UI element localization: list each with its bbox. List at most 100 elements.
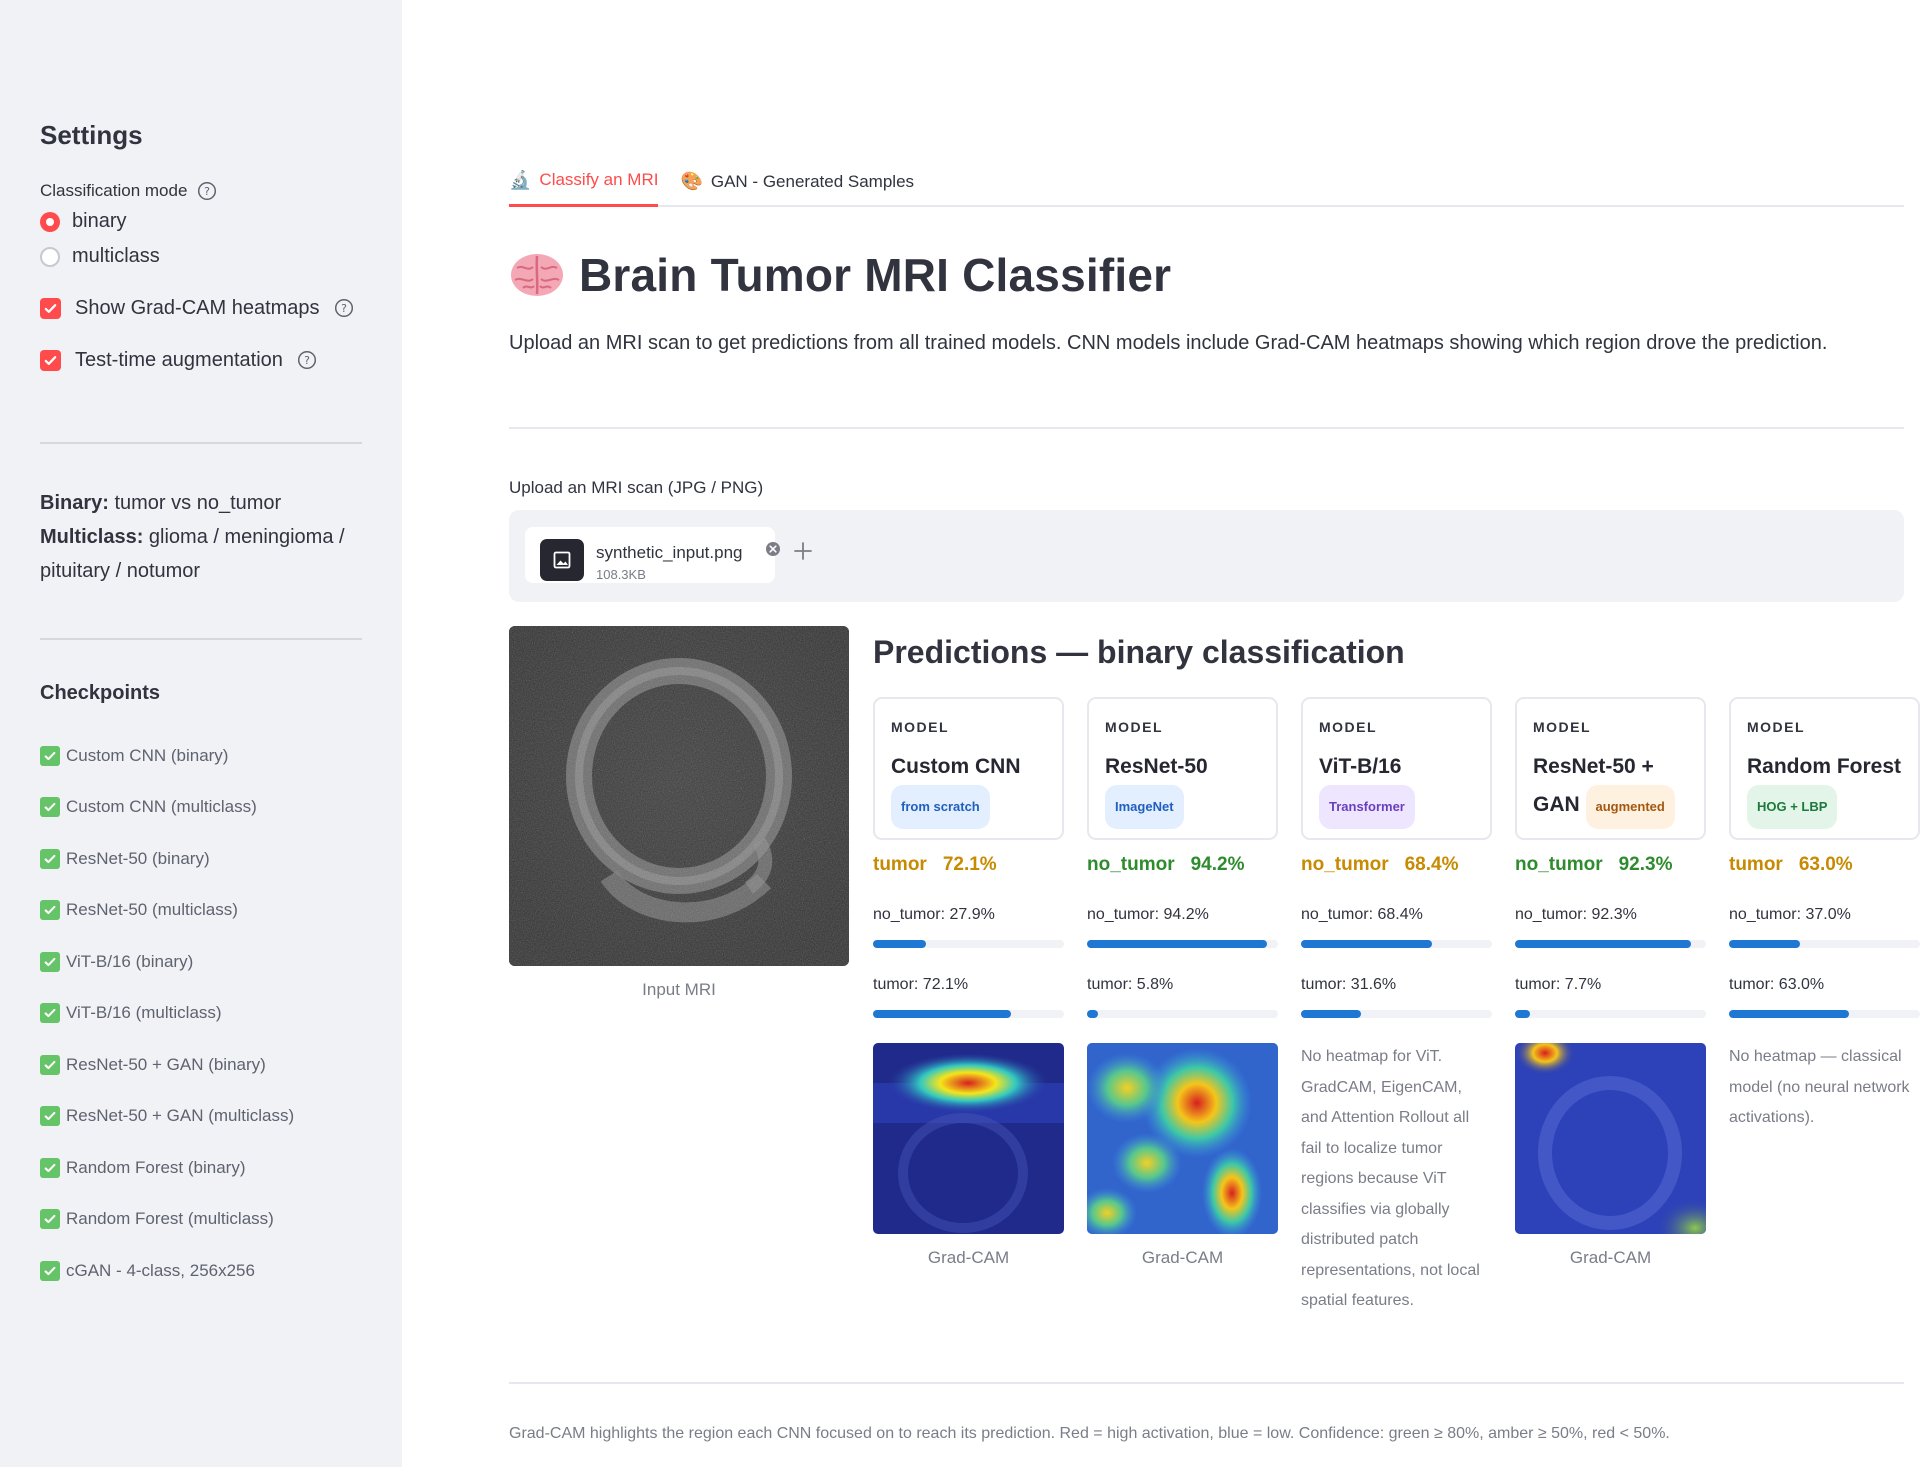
tumor-bar-fill: [1729, 1010, 1850, 1018]
input-mri-caption: Input MRI: [642, 980, 716, 999]
check-mark-icon: [40, 1209, 60, 1230]
checkpoint-label: ResNet-50 + GAN (binary): [66, 1054, 266, 1074]
remove-file-icon[interactable]: [765, 541, 781, 557]
radio-unselected-icon[interactable]: [40, 246, 60, 267]
prediction-verdict: tumor 63.0%: [1729, 854, 1920, 884]
check-mark-icon: [40, 745, 60, 766]
no-tumor-bar-fill: [873, 940, 927, 948]
binary-desc-value: tumor vs no_tumor: [108, 492, 282, 514]
model-column: MODEL ResNet-50 + GAN augmented no_tumor 92…: [1515, 697, 1706, 1268]
tab-classify[interactable]: 🔬 Classify an MRI: [509, 160, 659, 207]
heatmap-caption: Grad-CAM: [1141, 1248, 1224, 1267]
radio-binary[interactable]: binary: [40, 204, 362, 239]
no-tumor-bar-fill: [1087, 940, 1267, 948]
no-tumor-probability-bar: [873, 940, 1064, 948]
radio-selected-icon[interactable]: [40, 211, 60, 232]
sidebar-divider: [40, 442, 362, 444]
check-mark-icon: [40, 1157, 60, 1178]
model-name: ResNet-50 ImageNet: [1105, 749, 1262, 829]
tta-checkbox[interactable]: Test-time augmentation ?: [40, 342, 362, 378]
main-content: 🔬 Classify an MRI 🎨 GAN - Generated Samp…: [509, 0, 1920, 1467]
model-card: MODEL Random Forest HOG + LBP: [1729, 697, 1920, 840]
predicted-class: tumor: [873, 854, 927, 875]
checkbox-checked-icon[interactable]: [40, 297, 61, 319]
model-tag: ImageNet: [1105, 785, 1184, 829]
checkpoint-label: Random Forest (multiclass): [66, 1209, 274, 1229]
model-name-text: ResNet-50: [1105, 755, 1208, 778]
tumor-probability-bar: [1515, 1010, 1706, 1018]
prediction-confidence: 63.0%: [1798, 854, 1853, 875]
checkpoint-label: ResNet-50 + GAN (multiclass): [66, 1106, 295, 1126]
model-label: MODEL: [1533, 719, 1592, 735]
file-uploader[interactable]: synthetic_input.png 108.3KB: [509, 510, 1904, 602]
model-card: MODEL ViT-B/16 Transformer: [1301, 697, 1492, 840]
input-mri-image: [509, 626, 849, 966]
model-label: MODEL: [1319, 719, 1378, 735]
classification-mode-label: Classification mode ?: [40, 178, 362, 204]
help-icon[interactable]: ?: [334, 298, 354, 318]
checkpoint-label: ViT-B/16 (binary): [66, 951, 194, 971]
sidebar-divider: [40, 638, 362, 640]
predicted-class: no_tumor: [1087, 854, 1175, 875]
prediction-confidence: 68.4%: [1404, 854, 1459, 875]
footnote: Grad-CAM highlights the region each CNN …: [509, 1425, 1670, 1442]
checkpoint-label: cGAN - 4-class, 256x256: [66, 1260, 255, 1280]
prediction-verdict: tumor 72.1%: [873, 854, 1064, 884]
binary-desc-key: Binary:: [40, 492, 109, 514]
no-tumor-bar-fill: [1515, 940, 1692, 948]
tumor-bar-fill: [1087, 1010, 1099, 1018]
check-mark-icon: [40, 1054, 60, 1075]
model-name-text: Random Forest: [1747, 755, 1902, 778]
no-tumor-probability-label: no_tumor: 37.0%: [1729, 906, 1851, 923]
tta-label: Test-time augmentation: [75, 348, 283, 371]
prediction-verdict: no_tumor 68.4%: [1301, 854, 1492, 884]
prediction-confidence: 72.1%: [942, 854, 997, 875]
no-tumor-probability-bar: [1729, 940, 1920, 948]
checkpoint-label: ViT-B/16 (multiclass): [66, 1003, 222, 1023]
checkpoint-item: ResNet-50 + GAN (multiclass): [40, 1091, 362, 1143]
checkbox-checked-icon[interactable]: [40, 349, 61, 371]
uploaded-file-chip: synthetic_input.png 108.3KB: [525, 527, 780, 583]
radio-multiclass[interactable]: multiclass: [40, 239, 362, 274]
no-tumor-probability-label: no_tumor: 94.2%: [1087, 906, 1209, 923]
check-mark-icon: [40, 1106, 60, 1127]
check-mark-icon: [40, 951, 60, 972]
checkpoint-item: Custom CNN (multiclass): [40, 782, 362, 834]
tumor-probability-label: tumor: 31.6%: [1301, 976, 1397, 993]
model-column: MODEL ViT-B/16 Transformer no_tumor 68.4% no…: [1301, 697, 1492, 1317]
page-description: Upload an MRI scan to get predictions fr…: [509, 332, 1828, 354]
gradcam-checkbox[interactable]: Show Grad-CAM heatmaps ?: [40, 290, 362, 326]
tumor-bar-fill: [1515, 1010, 1530, 1018]
checkpoint-item: ResNet-50 (binary): [40, 833, 362, 885]
model-name: ViT-B/16 Transformer: [1319, 749, 1476, 829]
tab-gan-samples[interactable]: 🎨 GAN - Generated Samples: [680, 160, 914, 207]
model-column: MODEL Custom CNN from scratch tumor 72.1% no…: [873, 697, 1064, 1268]
checkpoint-label: ResNet-50 (multiclass): [66, 900, 238, 920]
tab-gan-label: GAN - Generated Samples: [710, 171, 915, 191]
model-tag: from scratch: [891, 785, 990, 829]
no-tumor-probability-label: no_tumor: 92.3%: [1515, 906, 1637, 923]
radio-binary-label: binary: [72, 210, 127, 232]
checkpoint-list: Custom CNN (binary) Custom CNN (multiclas…: [40, 730, 362, 1297]
checkpoint-item: Custom CNN (binary): [40, 730, 362, 782]
checkpoint-item: Random Forest (binary): [40, 1142, 362, 1194]
palette-icon: 🎨: [680, 171, 703, 191]
heatmap-caption: Grad-CAM: [927, 1248, 1010, 1267]
predicted-class: no_tumor: [1515, 854, 1603, 875]
gradcam-heatmap: [873, 1043, 1064, 1234]
check-mark-icon: [40, 900, 60, 921]
mode-description: Binary: tumor vs no_tumor Multiclass: gl…: [40, 486, 362, 588]
help-icon[interactable]: ?: [297, 350, 317, 370]
checkpoint-item: Random Forest (multiclass): [40, 1194, 362, 1246]
checkpoint-label: Custom CNN (binary): [66, 745, 229, 765]
add-file-icon[interactable]: [792, 540, 814, 562]
gradcam-heatmap: [1087, 1043, 1278, 1234]
model-card: MODEL ResNet-50 + GAN augmented: [1515, 697, 1706, 840]
divider: [509, 427, 1904, 429]
no-tumor-probability-label: no_tumor: 27.9%: [873, 906, 995, 923]
predicted-class: tumor: [1729, 854, 1783, 875]
prediction-confidence: 92.3%: [1618, 854, 1673, 875]
page-title: Brain Tumor MRI Classifier: [579, 249, 1172, 301]
model-name: Random Forest HOG + LBP: [1747, 749, 1904, 829]
help-icon[interactable]: ?: [197, 181, 217, 201]
